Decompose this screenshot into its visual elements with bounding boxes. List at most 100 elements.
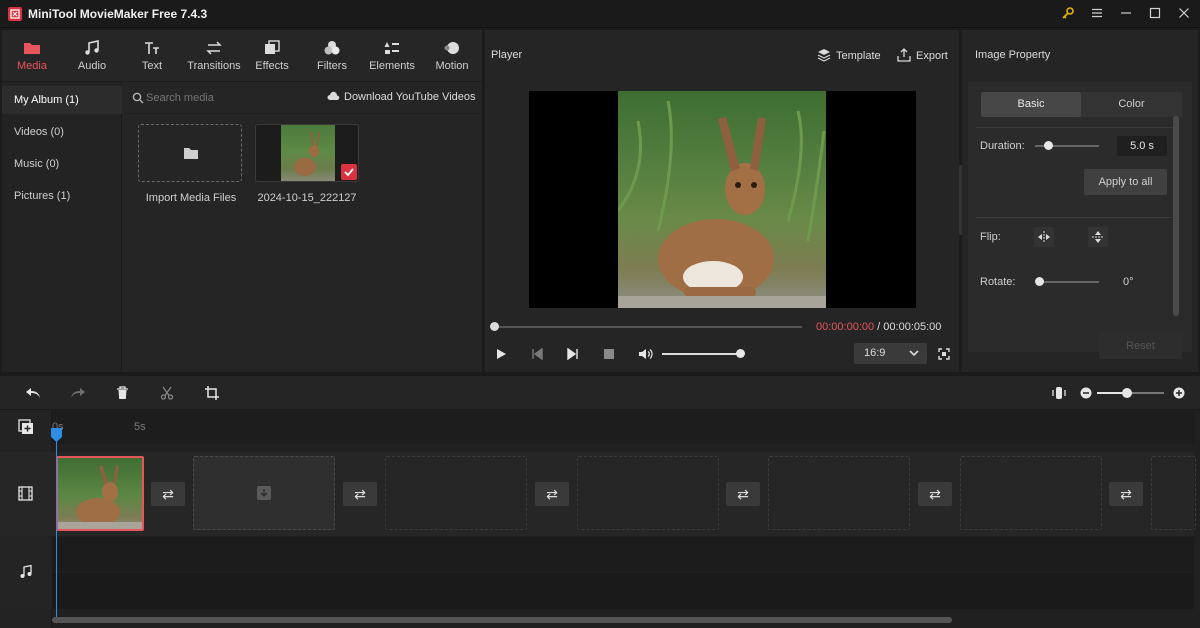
transition-slot[interactable]: ⇄ (535, 482, 569, 506)
tab-label: Text (141, 60, 163, 72)
ruler-label-5s: 5s (134, 421, 146, 433)
divider (976, 217, 1176, 218)
total-time: 00:00:05:00 (883, 321, 942, 333)
undo-icon[interactable] (25, 386, 41, 400)
next-frame-icon[interactable] (567, 348, 579, 360)
audio-track-header (0, 537, 52, 609)
minimize-button[interactable] (1118, 6, 1134, 22)
tab-label: Elements (369, 60, 415, 72)
playback-progress-track[interactable] (490, 322, 802, 331)
tab-basic[interactable]: Basic (981, 92, 1081, 117)
download-label: Download YouTube Videos (344, 91, 476, 103)
sidebar-item-my-album[interactable]: My Album (1) (2, 86, 122, 114)
duration-input[interactable]: 5.0 s (1117, 136, 1167, 156)
previous-frame-icon[interactable] (531, 348, 543, 360)
empty-clip-slot[interactable] (960, 456, 1102, 530)
sidebar-item-pictures[interactable]: Pictures (1) (2, 182, 122, 210)
video-preview (529, 91, 916, 308)
zoom-handle[interactable] (1122, 388, 1132, 398)
tab-transitions[interactable]: Transitions (182, 30, 246, 82)
drop-clip-slot[interactable] (193, 456, 335, 530)
tab-motion[interactable]: Motion (422, 30, 482, 82)
apply-to-all-button[interactable]: Apply to all (1084, 169, 1167, 195)
volume-fill (662, 353, 741, 355)
player-panel: Player Template Export 00:00:00:00 / 00: (485, 30, 959, 372)
media-panel: Media Audio Text Transitions Effects Fil… (2, 30, 482, 372)
duration-label: Duration: (980, 140, 1025, 152)
tab-elements[interactable]: Elements (362, 30, 422, 82)
transition-slot[interactable]: ⇄ (151, 482, 185, 506)
tab-filters[interactable]: Filters (302, 30, 362, 82)
crop-icon[interactable] (205, 386, 219, 400)
empty-clip-slot[interactable] (577, 456, 719, 530)
maximize-button[interactable] (1147, 6, 1163, 22)
aspect-ratio-select[interactable]: 16:9 (854, 343, 927, 364)
timeline-toolbar (0, 376, 1200, 410)
delete-icon[interactable] (116, 386, 129, 400)
duration-handle[interactable] (1044, 141, 1053, 150)
menu-icon[interactable] (1089, 6, 1105, 22)
audio-waveform-icon[interactable] (1052, 386, 1066, 400)
duration-slider[interactable] (1035, 141, 1099, 150)
media-file-name: 2024-10-15_222127 (257, 192, 357, 204)
empty-clip-slot[interactable] (385, 456, 527, 530)
transition-slot[interactable]: ⇄ (1109, 482, 1143, 506)
zoom-in-icon[interactable] (1173, 387, 1185, 399)
swap-arrows-icon: ⇄ (1120, 486, 1132, 502)
search-input[interactable] (146, 89, 296, 107)
reset-button[interactable]: Reset (1099, 333, 1182, 359)
zoom-slider[interactable] (1097, 388, 1164, 398)
tab-text[interactable]: Text (122, 30, 182, 82)
template-button[interactable]: Template (817, 48, 881, 62)
scissors-icon[interactable] (160, 386, 174, 400)
empty-clip-slot[interactable] (768, 456, 910, 530)
export-button[interactable]: Export (897, 48, 948, 62)
motion-icon (444, 42, 459, 54)
title-bar: MiniTool MovieMaker Free 7.4.3 (0, 0, 1200, 28)
property-scrollbar[interactable] (1173, 116, 1179, 316)
tab-color[interactable]: Color (1081, 92, 1182, 117)
tab-effects[interactable]: Effects (242, 30, 302, 82)
playhead-handle-icon[interactable] (51, 428, 62, 442)
import-media-button[interactable] (138, 124, 242, 182)
rotate-slider[interactable] (1035, 277, 1099, 286)
stop-icon[interactable] (604, 349, 614, 359)
volume-handle[interactable] (736, 349, 745, 358)
transition-slot[interactable]: ⇄ (918, 482, 952, 506)
redo-icon[interactable] (70, 386, 86, 400)
app-logo-icon (8, 7, 22, 21)
close-button[interactable] (1176, 6, 1192, 22)
timeline-clip[interactable] (56, 456, 144, 531)
track-headers (0, 410, 52, 628)
drop-download-icon (257, 486, 271, 500)
flip-label: Flip: (980, 231, 1001, 243)
search-bar: Download YouTube Videos (124, 82, 482, 114)
timeline-scrollbar[interactable] (52, 617, 952, 623)
time-ruler[interactable]: 0s 5s (52, 410, 1194, 444)
rotate-handle[interactable] (1035, 277, 1044, 286)
playback-progress-handle[interactable] (490, 322, 499, 331)
volume-icon[interactable] (638, 347, 653, 361)
tab-audio[interactable]: Audio (62, 30, 122, 82)
volume-slider[interactable] (662, 349, 745, 358)
transition-slot[interactable]: ⇄ (343, 482, 377, 506)
film-icon (18, 486, 33, 501)
music-note-icon (85, 40, 99, 55)
add-track-icon[interactable] (18, 419, 34, 435)
swap-arrows-icon: ⇄ (162, 486, 174, 502)
tab-media[interactable]: Media (2, 30, 62, 82)
sidebar-item-music[interactable]: Music (0) (2, 150, 122, 178)
play-icon[interactable] (495, 348, 507, 360)
transition-slot[interactable]: ⇄ (726, 482, 760, 506)
key-icon[interactable] (1060, 6, 1076, 22)
zoom-out-icon[interactable] (1080, 387, 1092, 399)
download-youtube-button[interactable]: Download YouTube Videos (327, 91, 476, 103)
tab-label: Motion (435, 60, 469, 72)
sidebar-item-videos[interactable]: Videos (0) (2, 118, 122, 146)
media-thumbnail[interactable] (255, 124, 359, 182)
rotate-label: Rotate: (980, 276, 1016, 288)
flip-vertical-button[interactable] (1088, 227, 1108, 247)
flip-horizontal-button[interactable] (1034, 227, 1054, 247)
fullscreen-icon[interactable] (938, 348, 950, 360)
empty-clip-slot[interactable] (1151, 456, 1196, 530)
